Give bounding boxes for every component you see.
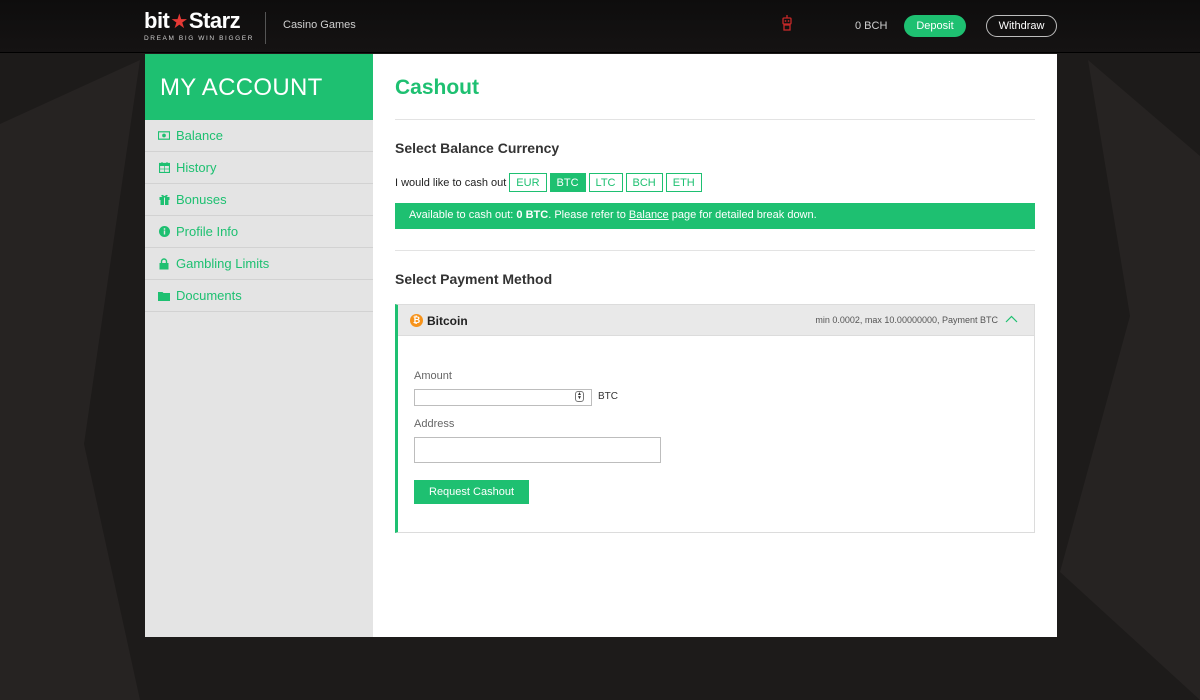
folder-icon [158,290,170,302]
payment-method-header[interactable]: ₿ Bitcoin min 0.0002, max 10.00000000, P… [398,305,1034,336]
sidebar-item-label: Balance [176,128,223,143]
sidebar-item-label: Gambling Limits [176,256,270,271]
amount-label: Amount [414,370,452,382]
number-spinner-icon[interactable]: ▲ ▼ [575,391,584,402]
logo-tagline: DREAM BIG WIN BIGGER [144,35,255,42]
currency-option-bch[interactable]: BCH [625,173,663,192]
bitcoin-icon: ₿ [410,314,423,327]
available-amount: 0 BTC [516,209,549,221]
available-balance-notice: Available to cash out: 0 BTC. Please ref… [395,203,1035,229]
currency-lead-text: I would like to cash out [395,176,507,189]
payment-section-title: Select Payment Method [395,271,553,287]
payment-method-name: Bitcoin [427,314,468,328]
currency-option-btc[interactable]: BTC [549,173,586,192]
sidebar-item-gambling-limits[interactable]: Gambling Limits [145,248,373,280]
divider [395,119,1035,120]
divider [395,250,1035,251]
account-panel: MY ACCOUNT Balance History Bonuses Profi… [145,54,1057,637]
sidebar-item-documents[interactable]: Documents [145,280,373,312]
account-sidebar: MY ACCOUNT Balance History Bonuses Profi… [145,54,373,637]
address-label: Address [414,418,455,430]
background-pattern [1060,60,1200,700]
cashout-content: Cashout Select Balance Currency I would … [373,54,1057,637]
amount-unit: BTC [598,391,618,402]
bitstarz-logo[interactable]: bit★Starz DREAM BIG WIN BIGGER [144,8,255,43]
sidebar-item-profile-info[interactable]: Profile Info [145,216,373,248]
background-pattern [0,60,140,700]
currency-selector: I would like to cash out EUR BTC LTC BCH… [395,173,705,192]
page-title: Cashout [395,76,479,99]
address-input[interactable] [414,437,661,463]
sidebar-item-balance[interactable]: Balance [145,120,373,152]
nav-casino-games-link[interactable]: Casino Games [283,19,356,31]
amount-input[interactable] [414,389,592,406]
sidebar-item-label: History [176,160,217,175]
gift-icon [158,194,170,206]
currency-option-eth[interactable]: ETH [665,173,702,192]
sidebar-title: MY ACCOUNT [145,54,373,120]
logo-wordmark: bit★Starz [144,8,241,34]
balance-page-link[interactable]: Balance [629,209,669,221]
payment-method-limits: min 0.0002, max 10.00000000, Payment BTC [815,315,998,325]
withdraw-button[interactable]: Withdraw [986,15,1057,37]
money-icon [158,130,170,142]
top-navigation-bar: bit★Starz DREAM BIG WIN BIGGER Casino Ga… [0,0,1200,53]
currency-section-title: Select Balance Currency [395,140,560,156]
currency-option-ltc[interactable]: LTC [588,173,623,192]
currency-option-eur[interactable]: EUR [509,173,547,192]
lock-icon [158,257,170,270]
robot-icon[interactable] [781,15,793,31]
sidebar-item-history[interactable]: History [145,152,373,184]
header-balance: 0 BCH [855,20,888,32]
chevron-up-icon[interactable] [1005,315,1018,323]
info-icon [158,226,170,238]
payment-method-bitcoin: ₿ Bitcoin min 0.0002, max 10.00000000, P… [395,304,1035,533]
sidebar-item-bonuses[interactable]: Bonuses [145,184,373,216]
request-cashout-button[interactable]: Request Cashout [414,480,529,504]
deposit-button[interactable]: Deposit [904,15,966,37]
sidebar-item-label: Profile Info [176,224,239,239]
star-icon: ★ [170,11,188,33]
sidebar-item-label: Bonuses [176,192,227,207]
header-divider [265,12,266,44]
sidebar-item-label: Documents [176,288,242,303]
calendar-icon [158,162,170,174]
